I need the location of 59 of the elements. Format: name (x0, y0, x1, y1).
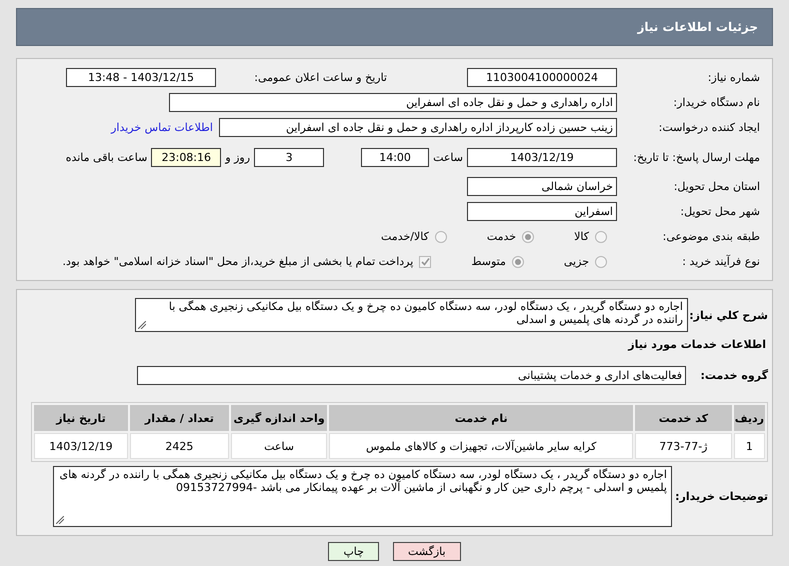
column-header: واحد اندازه گیری (230, 405, 328, 431)
service-group-label: گروه خدمت: (699, 369, 768, 382)
resize-grip-icon[interactable] (56, 516, 64, 524)
service-group-field: فعالیت‌های اداری و خدمات پشتیبانی (137, 366, 686, 385)
notes-label: توضیحات خریدار: (674, 490, 768, 503)
table-cell: کرایه سایر ماشین‌آلات، تجهیزات و کالاهای ملموس (329, 433, 633, 459)
summary-label: شرح کلي نیاز: (688, 308, 768, 322)
radio-label: کالا (574, 230, 589, 243)
remaining-time-field: 23:08:16 (151, 148, 222, 166)
column-header: نام خدمت (329, 405, 633, 431)
column-header: کد خدمت (634, 405, 732, 431)
payment-label: پرداخت تمام یا بخشی از مبلغ خرید،از محل "اسناد خزانه اسلامی" خواهد بود. (62, 255, 414, 268)
summary-text-box[interactable]: اجاره دو دستگاه گریدر ، یک دستگاه لودر، سه دستگاه کامیون ده چرخ و یک دستگاه بیل مکانیکی زنجیری همگی با راننده در گردنه های پلمیس و اسدلی (135, 298, 688, 332)
radio-button[interactable] (595, 230, 607, 242)
radio-button[interactable] (522, 230, 534, 242)
column-header: ردیف (734, 405, 765, 431)
radio-button[interactable] (512, 256, 524, 268)
radio-label: خدمت (486, 230, 516, 243)
requester-field: زینب حسین زاده کارپرداز اداره راهداری و حمل و نقل جاده ای اسفراین (219, 118, 617, 137)
back-button[interactable]: بازگشت (392, 542, 461, 561)
province-field: خراسان شمالی (467, 177, 617, 196)
days-field: 3 (254, 148, 324, 166)
table-cell: 2425 (130, 433, 229, 459)
radio-label: کالا/خدمت (381, 230, 429, 243)
announce-date-field: 1403/12/15 - 13:48 (66, 68, 216, 87)
radio-button[interactable] (434, 230, 447, 242)
page-title: جزئیات اطلاعات نیاز (637, 20, 758, 34)
buyer-org-field: اداره راهداری و حمل و نقل جاده ای اسفراین (169, 93, 617, 112)
time-label: ساعت (433, 150, 463, 164)
field-label: ایجاد کننده درخواست: (658, 121, 760, 134)
city-field: اسفراین (467, 202, 617, 221)
radio-label: جزیی (564, 255, 589, 268)
print-button[interactable]: چاپ (328, 542, 379, 561)
radio-button[interactable] (595, 256, 607, 268)
field-label: شهر محل تحویل: (679, 205, 760, 218)
radio-label: متوسط (471, 255, 506, 268)
payment-checkbox[interactable] (419, 256, 432, 268)
field-label: استان محل تحویل: (672, 180, 760, 193)
buyer-notes-box[interactable]: اجاره دو دستگاه گریدر ، یک دستگاه لودر، سه دستگاه کامیون ده چرخ و یک دستگاه بیل مکانیکی زنجیری همگی با راننده در گردنه های پلمیس و اسدلی - پرچم داری حین کار و نگهبانی از ماشین آلات بر عهده پیمانکار می باشد -09153727994 (53, 466, 672, 527)
table-cell: ساعت (230, 433, 328, 459)
resize-grip-icon[interactable] (138, 321, 146, 329)
table-cell: 1403/12/19 (34, 433, 128, 459)
field-label: تاریخ و ساعت اعلان عمومی: (253, 71, 387, 84)
need-number-field: 1103004100000024 (467, 68, 617, 87)
field-label: طبقه بندی موضوعی: (662, 230, 760, 243)
field-label: نام دستگاه خریدار: (672, 96, 760, 109)
table-cell: 1 (734, 433, 765, 459)
field-label: مهلت ارسال پاسخ: تا تاریخ: (632, 150, 760, 164)
column-header: تعداد / مقدار (130, 405, 229, 431)
table-cell: ژ-77-773 (634, 433, 732, 459)
column-header: تاریخ نیاز (34, 405, 128, 431)
field-label: شماره نیاز: (706, 71, 760, 84)
days-label: روز و (225, 150, 250, 164)
buyer-contact-link[interactable]: اطلاعات تماس خریدار (111, 121, 213, 134)
remaining-label: ساعت باقی مانده (66, 150, 148, 164)
deadline-date-field: 1403/12/19 (467, 148, 617, 166)
section-title: اطلاعات خدمات مورد نیاز (626, 338, 766, 351)
field-label: نوع فرآیند خرید : (681, 255, 760, 268)
deadline-time-field: 14:00 (361, 148, 430, 166)
